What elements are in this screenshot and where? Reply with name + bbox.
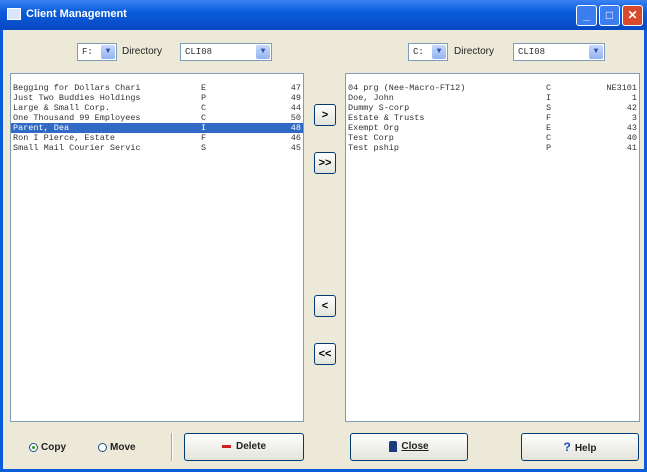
question-icon: ?	[563, 440, 571, 454]
cell-text: Ron I Pierce, Estate	[13, 133, 116, 143]
cell-text: 50	[290, 113, 301, 123]
cell-text: Dummy S-corp	[348, 103, 410, 113]
list-item[interactable]: Test Corp C 40	[346, 133, 639, 143]
cell-text: C	[201, 103, 207, 113]
title-bar: Client Management _ □ ✕	[0, 0, 647, 30]
chevron-down-icon: ▼	[256, 45, 270, 59]
cell-text: Test pship	[348, 143, 400, 153]
help-button[interactable]: ? Help	[521, 433, 639, 461]
cell-text: Just Two Buddies Holdings	[13, 93, 141, 103]
close-window-button[interactable]: ✕	[622, 5, 643, 26]
cell-text: Estate & Trusts	[348, 113, 425, 123]
cell-text: I	[546, 93, 552, 103]
cell-text: P	[546, 143, 552, 153]
cell-text: Large & Small Corp.	[13, 103, 110, 113]
right-drive-select[interactable]: C: ▼	[408, 43, 448, 61]
cell-text: 40	[626, 133, 637, 143]
right-client-list[interactable]: 04 prg (Nee-Macro-FT12) C NE3101 Doe, John…	[345, 73, 640, 422]
left-drive-value: F:	[82, 47, 93, 57]
left-directory-select[interactable]: CLI08 ▼	[180, 43, 272, 61]
cell-text: C	[546, 133, 552, 143]
cell-text: Test Corp	[348, 133, 394, 143]
delete-label: Delete	[235, 441, 266, 452]
cell-text: NE3101	[606, 83, 637, 93]
right-directory-label: Directory	[454, 46, 495, 57]
cell-text: 47	[290, 83, 301, 93]
list-item[interactable]: Begging for Dollars Chari E 47	[11, 83, 303, 93]
chevron-down-icon: ▼	[101, 45, 115, 59]
cell-text: One Thousand 99 Employees	[13, 113, 141, 123]
close-label: Close	[401, 441, 429, 452]
list-item[interactable]: Dummy S-corp S 42	[346, 103, 639, 113]
right-drive-value: C:	[413, 47, 424, 57]
cell-text: 48	[290, 123, 301, 133]
minimize-button[interactable]: _	[576, 5, 597, 26]
list-item[interactable]: One Thousand 99 Employees C 50	[11, 113, 303, 123]
cell-text: E	[546, 123, 552, 133]
cell-text: 1	[631, 93, 637, 103]
list-item[interactable]: Ron I Pierce, Estate F 46	[11, 133, 303, 143]
list-item[interactable]: Just Two Buddies Holdings P 49	[11, 93, 303, 103]
cell-text: P	[201, 93, 207, 103]
maximize-button[interactable]: □	[599, 5, 620, 26]
cell-text: F	[546, 113, 552, 123]
minus-icon	[221, 444, 231, 448]
chevron-down-icon: ▼	[589, 45, 603, 59]
left-directory-value: CLI08	[185, 47, 213, 57]
list-item[interactable]: Doe, John I 1	[346, 93, 639, 103]
list-item[interactable]: Large & Small Corp. C 44	[11, 103, 303, 113]
cell-text: 42	[626, 103, 637, 113]
list-item-selected[interactable]: Parent, Dea I 48	[11, 123, 303, 133]
cell-text: C	[546, 83, 552, 93]
cell-text: 3	[631, 113, 637, 123]
move-all-right-button[interactable]: >>	[314, 152, 336, 174]
list-item[interactable]: Small Mail Courier Servic S 45	[11, 143, 303, 153]
move-radio[interactable]	[98, 443, 107, 452]
app-icon	[7, 8, 21, 20]
copy-label: Copy	[41, 442, 66, 453]
list-item[interactable]: Exempt Org E 43	[346, 123, 639, 133]
cell-text: Begging for Dollars Chari	[13, 83, 141, 93]
chevron-down-icon: ▼	[432, 45, 446, 59]
cell-text: S	[201, 143, 207, 153]
left-drive-select[interactable]: F: ▼	[77, 43, 117, 61]
cell-text: C	[201, 113, 207, 123]
cell-text: 49	[290, 93, 301, 103]
cell-text: 41	[626, 143, 637, 153]
left-directory-label: Directory	[122, 46, 163, 57]
help-label: Help	[574, 443, 597, 454]
cell-text: S	[546, 103, 552, 113]
right-directory-value: CLI08	[518, 47, 546, 57]
cell-text: 45	[290, 143, 301, 153]
copy-radio[interactable]	[29, 443, 38, 452]
move-right-button[interactable]: >	[314, 104, 336, 126]
move-label: Move	[110, 442, 136, 453]
left-client-list[interactable]: Begging for Dollars Chari E 47 Just Two Bu…	[10, 73, 304, 422]
cell-text: Small Mail Courier Servic	[13, 143, 141, 153]
list-item[interactable]: Test pship P 41	[346, 143, 639, 153]
list-item[interactable]: Estate & Trusts F 3	[346, 113, 639, 123]
cell-text: 46	[290, 133, 301, 143]
cell-text: Exempt Org	[348, 123, 400, 133]
cell-text: 43	[626, 123, 637, 133]
cell-text: Doe, John	[348, 93, 394, 103]
move-left-button[interactable]: <	[314, 295, 336, 317]
delete-button[interactable]: Delete	[184, 433, 304, 461]
list-item[interactable]: 04 prg (Nee-Macro-FT12) C NE3101	[346, 83, 639, 93]
close-button[interactable]: Close	[350, 433, 468, 461]
move-all-left-button[interactable]: <<	[314, 343, 336, 365]
window-title: Client Management	[26, 8, 127, 20]
cell-text: I	[201, 123, 207, 133]
cell-text: Parent, Dea	[13, 123, 70, 133]
cell-text: E	[201, 83, 207, 93]
right-directory-select[interactable]: CLI08 ▼	[513, 43, 605, 61]
separator	[171, 433, 173, 461]
cell-text: 44	[290, 103, 301, 113]
cell-text: F	[201, 133, 207, 143]
door-icon	[389, 440, 398, 452]
cell-text: 04 prg (Nee-Macro-FT12)	[348, 83, 466, 93]
